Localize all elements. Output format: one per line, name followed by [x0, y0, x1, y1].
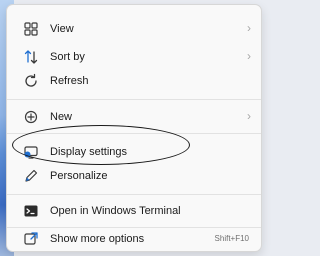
menu-item-new[interactable]: New › — [7, 105, 261, 129]
chevron-right-icon: › — [247, 21, 251, 35]
menu-item-label: Personalize — [50, 170, 108, 182]
menu-separator — [7, 99, 261, 100]
keyboard-shortcut: Shift+F10 — [214, 234, 249, 243]
chevron-right-icon: › — [247, 109, 251, 123]
new-plus-icon — [24, 110, 38, 124]
menu-item-show-more-options[interactable]: Show more options Shift+F10 — [7, 227, 261, 251]
menu-item-personalize[interactable]: Personalize — [7, 164, 261, 188]
menu-item-label: New — [50, 111, 73, 123]
menu-item-label: View — [50, 23, 74, 35]
menu-item-label: Show more options — [50, 233, 145, 245]
chevron-right-icon: › — [247, 49, 251, 63]
menu-item-label: Refresh — [50, 75, 89, 87]
menu-item-sort-by[interactable]: Sort by › — [7, 45, 261, 69]
sort-icon — [24, 50, 38, 64]
menu-item-refresh[interactable]: Refresh — [7, 69, 261, 93]
share-icon — [24, 232, 38, 245]
menu-item-view[interactable]: View › — [7, 17, 261, 41]
menu-separator — [7, 194, 261, 195]
menu-item-label: Sort by — [50, 51, 85, 63]
menu-item-label: Open in Windows Terminal — [50, 205, 181, 217]
annotation-ellipse — [12, 125, 190, 165]
grid-icon — [24, 22, 38, 36]
refresh-icon — [25, 73, 37, 87]
terminal-icon — [24, 205, 38, 217]
pen-icon — [25, 169, 38, 182]
menu-item-open-terminal[interactable]: Open in Windows Terminal — [7, 199, 261, 223]
